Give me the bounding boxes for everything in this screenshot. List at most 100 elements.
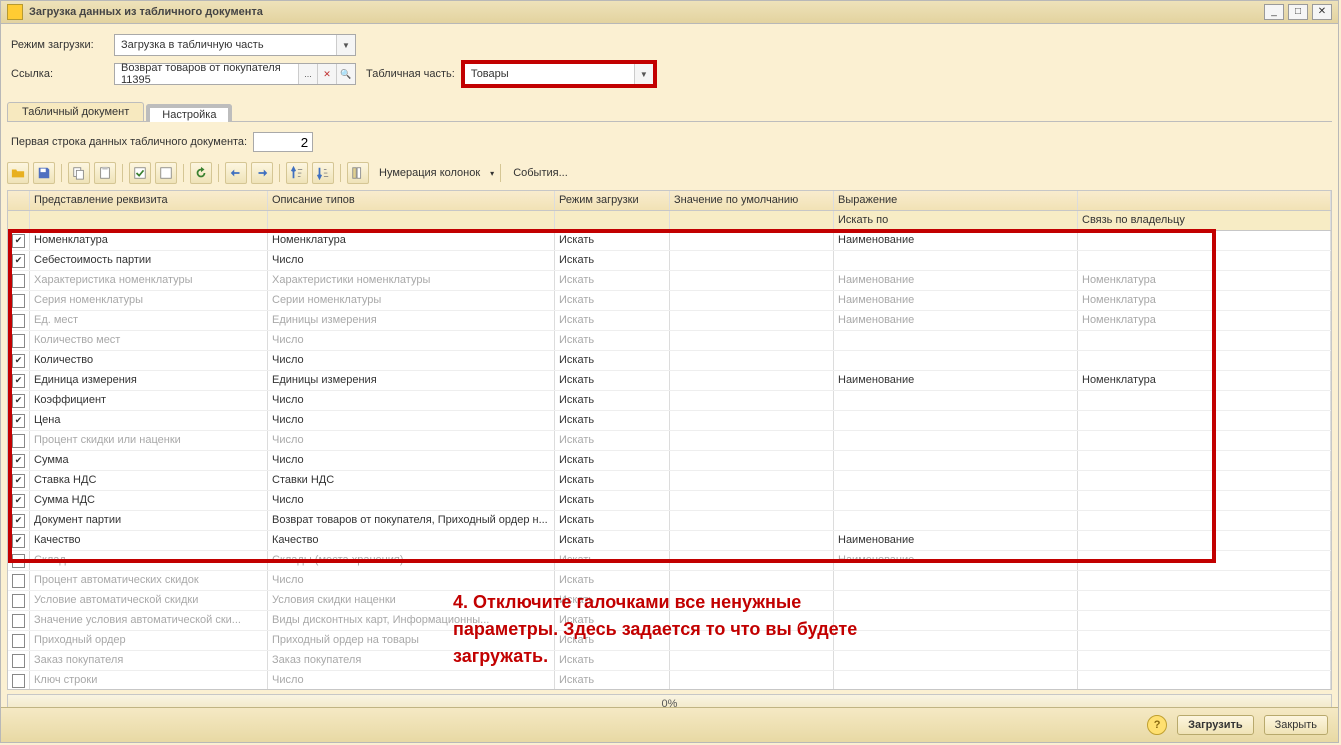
row-checkbox[interactable] <box>8 411 30 430</box>
tab-settings[interactable]: Настройка <box>146 104 232 122</box>
table-row[interactable]: Ставка НДССтавки НДСИскать <box>8 471 1331 491</box>
row-name: Сумма НДС <box>30 491 268 510</box>
col-header-owner[interactable] <box>1078 191 1331 210</box>
load-button[interactable]: Загрузить <box>1177 715 1254 735</box>
row-checkbox[interactable] <box>8 231 30 250</box>
table-row[interactable]: Сумма НДСЧислоИскать <box>8 491 1331 511</box>
row-checkbox[interactable] <box>8 331 30 350</box>
save-icon[interactable] <box>33 162 55 184</box>
ellipsis-icon[interactable]: ... <box>298 64 317 84</box>
table-row[interactable]: Серия номенклатурыСерии номенклатурыИска… <box>8 291 1331 311</box>
col-header-expression[interactable]: Выражение <box>834 191 1078 210</box>
col-header-type[interactable]: Описание типов <box>268 191 555 210</box>
row-mode: Искать <box>555 611 670 630</box>
link-select[interactable]: Возврат товаров от покупателя 11395 ... … <box>114 63 356 85</box>
row-checkbox[interactable] <box>8 591 30 610</box>
table-row[interactable]: КачествоКачествоИскатьНаименование <box>8 531 1331 551</box>
sort-asc-icon[interactable] <box>286 162 308 184</box>
table-row[interactable]: Себестоимость партииЧислоИскать <box>8 251 1331 271</box>
col-header-mode[interactable]: Режим загрузки <box>555 191 670 210</box>
copy-icon[interactable] <box>68 162 90 184</box>
row-checkbox[interactable] <box>8 491 30 510</box>
row-type: Число <box>268 671 555 689</box>
grid-body[interactable]: НоменклатураНоменклатураИскатьНаименован… <box>8 231 1331 689</box>
row-type: Число <box>268 491 555 510</box>
row-checkbox[interactable] <box>8 311 30 330</box>
check-all-icon[interactable] <box>129 162 151 184</box>
col-header-name[interactable]: Представление реквизита <box>30 191 268 210</box>
table-row[interactable]: КоэффициентЧислоИскать <box>8 391 1331 411</box>
row-checkbox[interactable] <box>8 351 30 370</box>
table-row[interactable]: Характеристика номенклатурыХарактеристик… <box>8 271 1331 291</box>
chevron-down-icon[interactable]: ▼ <box>634 64 653 84</box>
row-checkbox[interactable] <box>8 551 30 570</box>
row-checkbox[interactable] <box>8 571 30 590</box>
row-checkbox[interactable] <box>8 471 30 490</box>
load-mode-select[interactable]: Загрузка в табличную часть ▼ <box>114 34 356 56</box>
col-header-check[interactable] <box>8 191 30 210</box>
table-row[interactable]: Ед. местЕдиницы измеренияИскатьНаименова… <box>8 311 1331 331</box>
table-row[interactable]: Приходный ордерПриходный ордер на товары… <box>8 631 1331 651</box>
refresh-icon[interactable] <box>190 162 212 184</box>
minimize-button[interactable]: _ <box>1264 4 1284 20</box>
open-icon[interactable]: 🔍 <box>336 64 355 84</box>
table-row[interactable]: Количество местЧислоИскать <box>8 331 1331 351</box>
row-checkbox[interactable] <box>8 631 30 650</box>
close-window-button[interactable]: ✕ <box>1312 4 1332 20</box>
row-checkbox[interactable] <box>8 511 30 530</box>
table-row[interactable]: Процент автоматических скидокЧислоИскать <box>8 571 1331 591</box>
row-checkbox[interactable] <box>8 611 30 630</box>
row-checkbox[interactable] <box>8 651 30 670</box>
redo-icon[interactable] <box>251 162 273 184</box>
row-checkbox[interactable] <box>8 391 30 410</box>
table-row[interactable]: Документ партииВозврат товаров от покупа… <box>8 511 1331 531</box>
table-row[interactable]: Условие автоматической скидкиУсловия ски… <box>8 591 1331 611</box>
row-expression <box>834 251 1078 270</box>
help-icon[interactable]: ? <box>1147 715 1167 735</box>
table-row[interactable]: Единица измеренияЕдиницы измеренияИскать… <box>8 371 1331 391</box>
row-default <box>670 351 834 370</box>
table-row[interactable]: СкладСклады (места хранения)ИскатьНаимен… <box>8 551 1331 571</box>
close-button[interactable]: Закрыть <box>1264 715 1328 735</box>
events-menu[interactable]: События... <box>507 167 574 179</box>
open-file-icon[interactable] <box>7 162 29 184</box>
numbering-menu[interactable]: Нумерация колонок <box>373 167 486 179</box>
row-checkbox[interactable] <box>8 291 30 310</box>
row-type: Ставки НДС <box>268 471 555 490</box>
row-mode: Искать <box>555 451 670 470</box>
tab-document[interactable]: Табличный документ <box>7 102 144 121</box>
table-row[interactable]: ЦенаЧислоИскать <box>8 411 1331 431</box>
clipboard-icon[interactable] <box>94 162 116 184</box>
table-row[interactable]: КоличествоЧислоИскать <box>8 351 1331 371</box>
tab-part-select[interactable]: Товары ▼ <box>461 60 657 88</box>
row-checkbox[interactable] <box>8 451 30 470</box>
table-row[interactable]: Ключ строкиЧислоИскать <box>8 671 1331 689</box>
first-row-input[interactable] <box>253 132 313 152</box>
column-icon[interactable] <box>347 162 369 184</box>
table-row[interactable]: Заказ покупателяЗаказ покупателяИскать <box>8 651 1331 671</box>
sort-desc-icon[interactable] <box>312 162 334 184</box>
row-owner <box>1078 431 1331 450</box>
col-header-default[interactable]: Значение по умолчанию <box>670 191 834 210</box>
row-checkbox[interactable] <box>8 531 30 550</box>
table-row[interactable]: НоменклатураНоменклатураИскатьНаименован… <box>8 231 1331 251</box>
table-row[interactable]: Процент скидки или наценкиЧислоИскать <box>8 431 1331 451</box>
row-checkbox[interactable] <box>8 431 30 450</box>
row-mode: Искать <box>555 651 670 670</box>
chevron-down-icon[interactable]: ▼ <box>336 35 355 55</box>
row-default <box>670 311 834 330</box>
row-name: Единица измерения <box>30 371 268 390</box>
row-checkbox[interactable] <box>8 371 30 390</box>
row-expression: Наименование <box>834 291 1078 310</box>
row-checkbox[interactable] <box>8 271 30 290</box>
maximize-button[interactable]: □ <box>1288 4 1308 20</box>
row-checkbox[interactable] <box>8 251 30 270</box>
undo-icon[interactable] <box>225 162 247 184</box>
table-row[interactable]: Значение условия автоматической ски...Ви… <box>8 611 1331 631</box>
row-mode: Искать <box>555 371 670 390</box>
row-mode: Искать <box>555 671 670 689</box>
clear-icon[interactable]: ✕ <box>317 64 336 84</box>
row-checkbox[interactable] <box>8 671 30 689</box>
uncheck-all-icon[interactable] <box>155 162 177 184</box>
table-row[interactable]: СуммаЧислоИскать <box>8 451 1331 471</box>
